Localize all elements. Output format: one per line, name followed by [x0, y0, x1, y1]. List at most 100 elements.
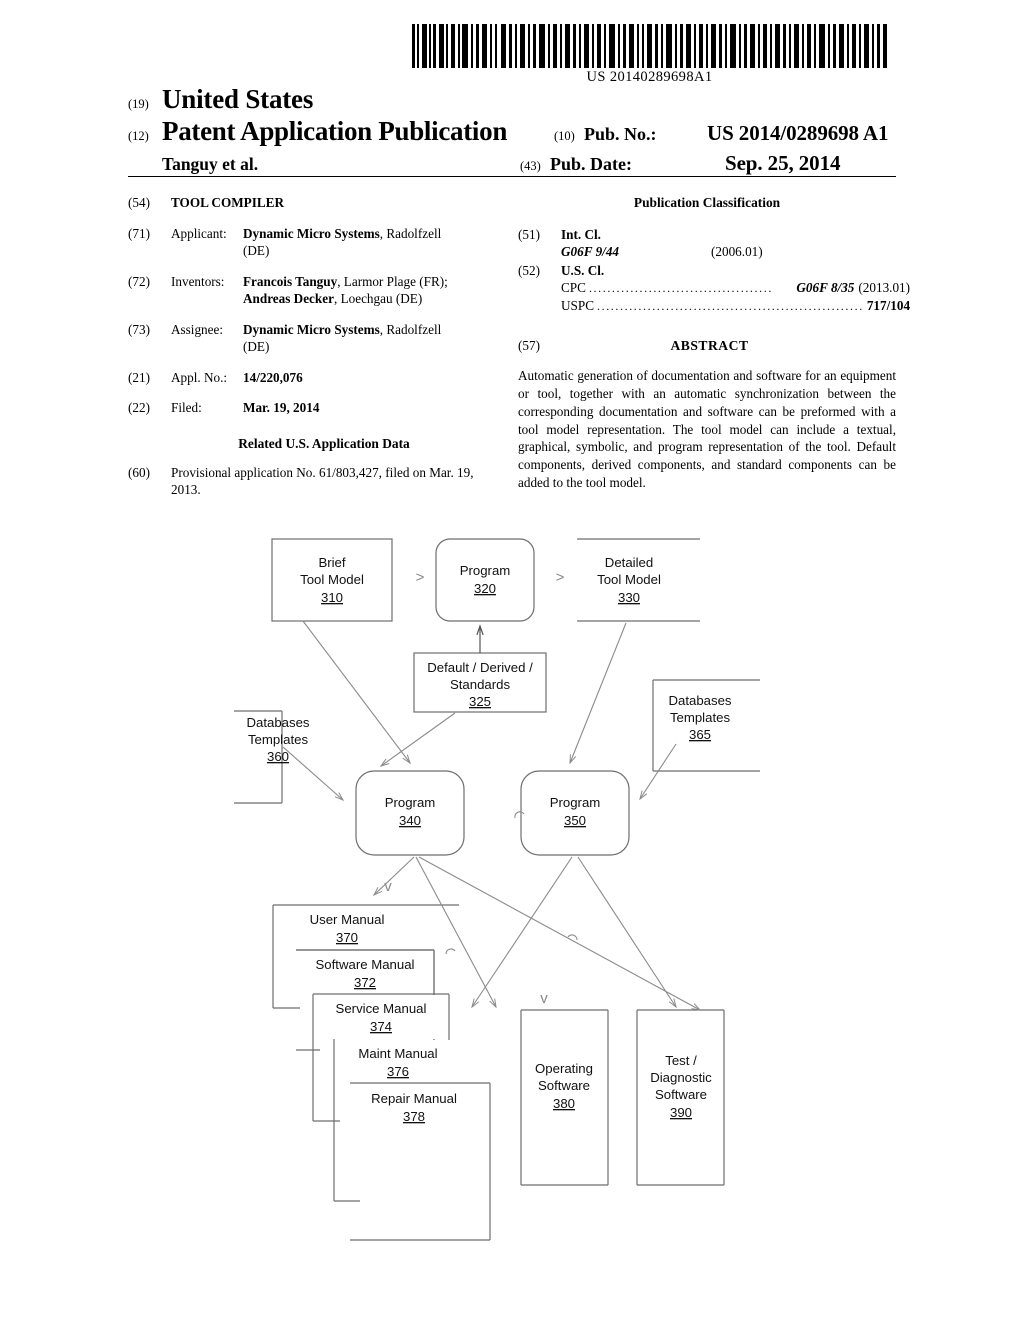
- databases-360-line1: Databases: [246, 715, 309, 730]
- node-default-derived-standards: Default / Derived / Standards 325: [413, 652, 547, 713]
- field-inventors: (72) Inventors: Francois Tanguy, Larmor …: [128, 273, 500, 308]
- field-assignee-code: (73): [128, 321, 150, 337]
- user-manual-line1: User Manual: [310, 912, 385, 927]
- field-int-cl: (51) Int. Cl. G06F 9/44 (2006.01): [518, 226, 896, 261]
- us-cl-label: U.S. Cl.: [561, 262, 605, 278]
- user-manual-ref: 370: [336, 930, 358, 945]
- node-repair-manual: Repair Manual 378: [350, 1082, 491, 1241]
- int-cl-value: G06F 9/44: [561, 244, 620, 260]
- node-program-350: Program 350: [520, 770, 630, 856]
- field-filed: (22) Filed: Mar. 19, 2014: [128, 399, 500, 417]
- pub-number-column: (10) Pub. No.: US 2014/0289698 A1: [554, 121, 896, 146]
- repair-manual-ref: 378: [403, 1109, 425, 1124]
- field-inventors-label: Inventors:: [171, 273, 225, 289]
- operating-software-line1: Operating: [535, 1061, 593, 1076]
- country-line: (19) United States: [128, 84, 896, 114]
- arrow-340-to-manuals: [374, 856, 415, 895]
- program-340-ref: 340: [399, 813, 421, 828]
- field-assignee-value: Dynamic Micro Systems, Radolfzell (DE): [243, 321, 500, 356]
- databases-365-ref: 365: [689, 727, 711, 742]
- title-block: (19) United States (12) Patent Applicati…: [128, 84, 896, 176]
- field-appl-no-label: Appl. No.:: [171, 369, 228, 385]
- chevron-icon-310-to-320: >: [416, 569, 425, 586]
- wire-jump-arc-2: [445, 948, 456, 955]
- uspc-line: USPC ...................................…: [561, 297, 910, 315]
- country-name: United States: [162, 84, 314, 114]
- node-test-diagnostic-software: Test / Diagnostic Software 390: [636, 1009, 725, 1186]
- doc-type-name: Patent Application Publication: [162, 116, 508, 147]
- inventor-2-name: Andreas Decker: [243, 291, 334, 307]
- int-cl-label: Int. Cl.: [561, 226, 601, 242]
- assignee-line2: (DE): [243, 339, 270, 355]
- pub-number-code: (10): [554, 129, 575, 144]
- field-appl-no: (21) Appl. No.: 14/220,076: [128, 369, 500, 387]
- field-us-cl-body: U.S. Cl. CPC ...........................…: [561, 262, 910, 315]
- cpc-value: G06F 8/35: [796, 280, 855, 296]
- field-filed-value: Mar. 19, 2014: [243, 400, 320, 416]
- pub-number-row: (10) Pub. No.: US 2014/0289698 A1: [554, 121, 896, 146]
- node-program-320: Program 320: [435, 538, 535, 622]
- uspc-label: USPC: [561, 298, 594, 314]
- pub-date-label: Pub. Date:: [550, 153, 632, 174]
- authors-line: Tanguy et al. (43) Pub. Date: Sep. 25, 2…: [128, 151, 896, 176]
- abstract-heading: ABSTRACT: [670, 338, 749, 354]
- int-cl-line: G06F 9/44 (2006.01): [561, 243, 896, 261]
- program-320-ref: 320: [474, 581, 496, 596]
- databases-360-ref: 360: [267, 749, 289, 764]
- applicant-line2: (DE): [243, 243, 270, 259]
- node-program-340: Program 340: [355, 770, 465, 856]
- pub-date-value: Sep. 25, 2014: [725, 150, 841, 175]
- node-databases-360: Databases Templates 360: [234, 710, 310, 804]
- node-operating-software: Operating Software 380: [520, 1009, 609, 1186]
- default-derived-ref: 325: [469, 694, 491, 709]
- field-appl-no-code: (21): [128, 369, 150, 385]
- pub-number-value: US 2014/0289698 A1: [707, 121, 889, 146]
- chevron-icon-jump-2: v: [384, 878, 392, 895]
- maint-manual-ref: 376: [387, 1064, 409, 1079]
- field-related: (60) Provisional application No. 61/803,…: [128, 464, 500, 499]
- uspc-dot-leader: ........................................…: [597, 299, 864, 314]
- arrow-340-to-test: [418, 856, 700, 1010]
- pub-date-column: (43) Pub. Date: Sep. 25, 2014: [520, 151, 896, 176]
- field-appl-no-value: 14/220,076: [243, 369, 303, 385]
- field-us-cl: (52) U.S. Cl. CPC ......................…: [518, 262, 910, 315]
- field-inventors-code: (72): [128, 273, 150, 289]
- arrow-310-to-340: [302, 620, 410, 763]
- node-detailed-tool-model: Detailed Tool Model 330: [577, 538, 700, 622]
- program-350-line1: Program: [550, 795, 601, 810]
- assignee-rest: , Radolfzell: [379, 321, 442, 337]
- databases-365-line1: Databases: [668, 693, 731, 708]
- brief-tool-model-line2: Tool Model: [300, 572, 364, 587]
- operating-software-ref: 380: [553, 1096, 575, 1111]
- program-320-box: [435, 538, 535, 622]
- field-assignee: (73) Assignee: Dynamic Micro Systems, Ra…: [128, 321, 500, 356]
- software-manual-ref: 372: [354, 975, 376, 990]
- field-filed-label: Filed:: [171, 400, 202, 416]
- node-brief-tool-model: Brief Tool Model 310: [271, 538, 393, 622]
- abstract-code: (57): [518, 338, 540, 354]
- chevron-icon-jump-1: v: [540, 990, 548, 1007]
- int-cl-edition: (2006.01): [711, 244, 763, 260]
- field-related-text: Provisional application No. 61/803,427, …: [171, 464, 474, 498]
- arrow-330-to-350: [570, 622, 627, 763]
- field-int-cl-body: Int. Cl. G06F 9/44 (2006.01): [561, 226, 896, 261]
- program-340-line1: Program: [385, 795, 436, 810]
- cpc-label: CPC: [561, 280, 586, 296]
- program-350-ref: 350: [564, 813, 586, 828]
- chevron-icon-320-to-330: >: [556, 569, 565, 586]
- inventor-1-name: Francois Tanguy: [243, 273, 338, 289]
- field-related-code: (60): [128, 464, 150, 480]
- related-application-heading: Related U.S. Application Data: [238, 435, 410, 451]
- pub-date-row: (43) Pub. Date: Sep. 25, 2014: [520, 151, 896, 176]
- cpc-line: CPC ....................................…: [561, 279, 910, 297]
- figure-flow-diagram: Brief Tool Model 310 > Program 320 > Det…: [0, 505, 1024, 1305]
- databases-365-line2: Templates: [670, 710, 731, 725]
- service-manual-line1: Service Manual: [336, 1001, 427, 1016]
- maint-manual-line1: Maint Manual: [358, 1046, 437, 1061]
- doc-type-line: (12) Patent Application Publication (10)…: [128, 116, 896, 147]
- country-code: (19): [128, 97, 149, 111]
- brief-tool-model-ref: 310: [321, 590, 343, 605]
- cpc-edition: (2013.01): [858, 280, 911, 296]
- databases-360-line2: Templates: [248, 732, 309, 747]
- field-assignee-label: Assignee:: [171, 321, 224, 337]
